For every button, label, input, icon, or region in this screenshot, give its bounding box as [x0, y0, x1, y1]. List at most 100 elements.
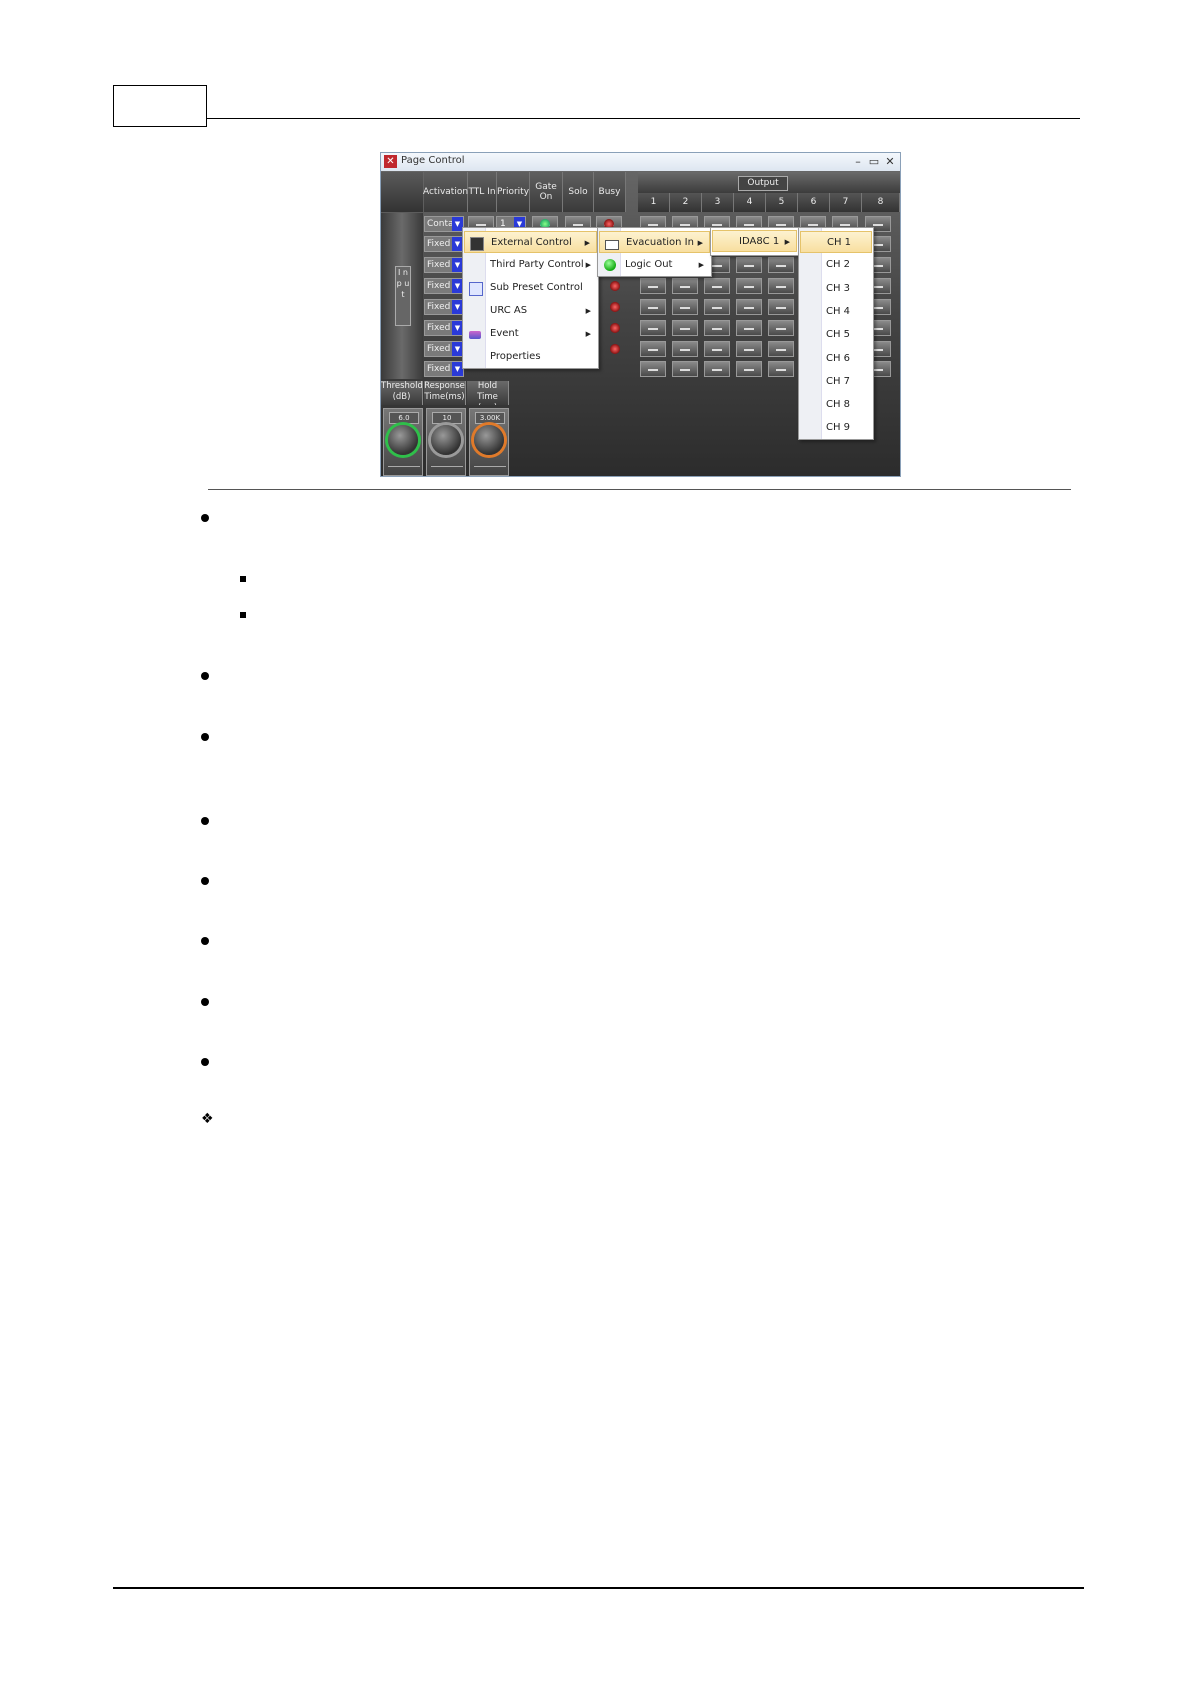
- activation-value: Fixed: [427, 302, 451, 312]
- output-route-button[interactable]: [736, 320, 762, 336]
- response-time-header: Response Time(ms): [424, 381, 466, 405]
- menu-item-third-party-control[interactable]: Third Party Control ▶: [464, 254, 597, 276]
- busy-led-icon: [610, 323, 620, 333]
- output-route-button[interactable]: [736, 341, 762, 357]
- output-route-button[interactable]: [704, 320, 730, 336]
- submenu-arrow-icon: ▶: [697, 239, 703, 247]
- output-route-button[interactable]: [768, 341, 794, 357]
- output-route-button[interactable]: [640, 361, 666, 377]
- output-route-button[interactable]: [672, 341, 698, 357]
- menu-item-properties[interactable]: Properties: [464, 346, 597, 368]
- menu-item-channel[interactable]: CH 5: [800, 324, 872, 346]
- list-bullet: [201, 998, 209, 1006]
- activation-select[interactable]: Conta ▼: [424, 216, 464, 232]
- diamond-bullet-icon: ❖: [201, 1111, 214, 1127]
- input-bar: I n p u t: [381, 213, 423, 379]
- submenu-arrow-icon: ▶: [585, 330, 591, 338]
- hold-time-header: Hold Time (ms): [467, 381, 509, 405]
- output-route-button[interactable]: [672, 278, 698, 294]
- context-menu: External Control ▶ Third Party Control ▶ S…: [462, 227, 599, 369]
- list-bullet: [201, 937, 209, 945]
- output-route-button[interactable]: [768, 299, 794, 315]
- output-route-button[interactable]: [672, 361, 698, 377]
- activation-select[interactable]: Fixed ▼: [424, 299, 464, 315]
- menu-item-label: URC AS: [490, 305, 528, 316]
- menu-item-channel[interactable]: CH 2: [800, 254, 872, 276]
- activation-select[interactable]: Fixed ▼: [424, 236, 464, 252]
- menu-item-channel[interactable]: CH 3: [800, 278, 872, 300]
- output-route-button[interactable]: [768, 278, 794, 294]
- output-route-button[interactable]: [704, 278, 730, 294]
- menu-item-channel[interactable]: CH 6: [800, 348, 872, 370]
- threshold-knob[interactable]: [388, 425, 418, 455]
- output-route-button[interactable]: [736, 257, 762, 273]
- activation-select[interactable]: Fixed ▼: [424, 278, 464, 294]
- response-time-stepper[interactable]: [431, 466, 463, 473]
- output-route-button[interactable]: [768, 320, 794, 336]
- activation-select[interactable]: Fixed ▼: [424, 320, 464, 336]
- output-channel-4: 4: [734, 193, 766, 212]
- menu-item-event[interactable]: Event ▶: [464, 323, 597, 345]
- threshold-header: Threshold (dB): [381, 381, 423, 405]
- output-route-button[interactable]: [640, 320, 666, 336]
- header-rule: [207, 118, 1080, 119]
- window-title: Page Control: [401, 155, 465, 166]
- output-channel-1: 1: [638, 193, 670, 212]
- activation-select[interactable]: Fixed ▼: [424, 341, 464, 357]
- list-bullet: [201, 1058, 209, 1066]
- output-route-button[interactable]: [736, 361, 762, 377]
- activation-select[interactable]: Fixed ▼: [424, 257, 464, 273]
- output-route-button[interactable]: [704, 299, 730, 315]
- output-channel-2: 2: [670, 193, 702, 212]
- output-route-button[interactable]: [768, 361, 794, 377]
- list-bullet: [201, 817, 209, 825]
- menu-item-channel[interactable]: CH 1: [800, 231, 872, 253]
- input-label: I n p u t: [395, 266, 411, 326]
- minimize-button[interactable]: –: [851, 154, 865, 169]
- title-bar: ✕ Page Control – ▭ ✕: [381, 153, 900, 171]
- output-route-button[interactable]: [640, 299, 666, 315]
- menu-item-external-control[interactable]: External Control ▶: [464, 231, 597, 253]
- menu-item-ida8c-1[interactable]: IDA8C 1 ▶: [712, 230, 797, 252]
- col-activation: Activation: [423, 172, 468, 212]
- output-route-button[interactable]: [736, 299, 762, 315]
- hold-time-stepper[interactable]: [474, 466, 506, 473]
- activation-value: Fixed: [427, 364, 451, 374]
- output-label: Output: [738, 176, 788, 191]
- response-time-knob[interactable]: [431, 425, 461, 455]
- output-route-button[interactable]: [672, 320, 698, 336]
- menu-item-label: IDA8C 1: [739, 236, 780, 247]
- output-channel-3: 3: [702, 193, 734, 212]
- menu-item-channel[interactable]: CH 9: [800, 417, 872, 439]
- threshold-knob-cell: 6.0: [383, 408, 423, 476]
- col-solo: Solo: [563, 172, 594, 212]
- menu-item-label: Event: [490, 328, 519, 339]
- threshold-stepper[interactable]: [388, 466, 420, 473]
- menu-item-channel[interactable]: CH 4: [800, 301, 872, 323]
- activation-value: Fixed: [427, 281, 451, 291]
- hold-time-knob[interactable]: [474, 425, 504, 455]
- output-route-button[interactable]: [704, 341, 730, 357]
- threshold-value: 6.0: [389, 412, 419, 424]
- output-route-button[interactable]: [736, 278, 762, 294]
- menu-item-channel[interactable]: CH 7: [800, 371, 872, 393]
- output-route-button[interactable]: [640, 341, 666, 357]
- output-route-button[interactable]: [704, 361, 730, 377]
- maximize-button[interactable]: ▭: [867, 154, 881, 169]
- close-button[interactable]: ✕: [883, 154, 897, 169]
- hold-knob-cell: 3.00K: [469, 408, 509, 476]
- output-route-button[interactable]: [640, 278, 666, 294]
- submenu-arrow-icon: ▶: [585, 307, 591, 315]
- activation-select[interactable]: Fixed ▼: [424, 361, 464, 377]
- menu-item-urc-as[interactable]: URC AS ▶: [464, 300, 597, 322]
- menu-item-logic-out[interactable]: Logic Out ▶: [599, 254, 710, 276]
- evacuation-in-submenu: IDA8C 1 ▶: [710, 227, 799, 256]
- menu-item-sub-preset-control[interactable]: Sub Preset Control: [464, 277, 597, 299]
- evacuation-icon: [605, 240, 619, 250]
- output-route-button[interactable]: [672, 299, 698, 315]
- col-ttl-in: TTL In: [468, 172, 497, 212]
- menu-item-evacuation-in[interactable]: Evacuation In ▶: [599, 231, 710, 253]
- menu-item-label: CH 3: [826, 282, 851, 294]
- output-route-button[interactable]: [768, 257, 794, 273]
- menu-item-channel[interactable]: CH 8: [800, 394, 872, 416]
